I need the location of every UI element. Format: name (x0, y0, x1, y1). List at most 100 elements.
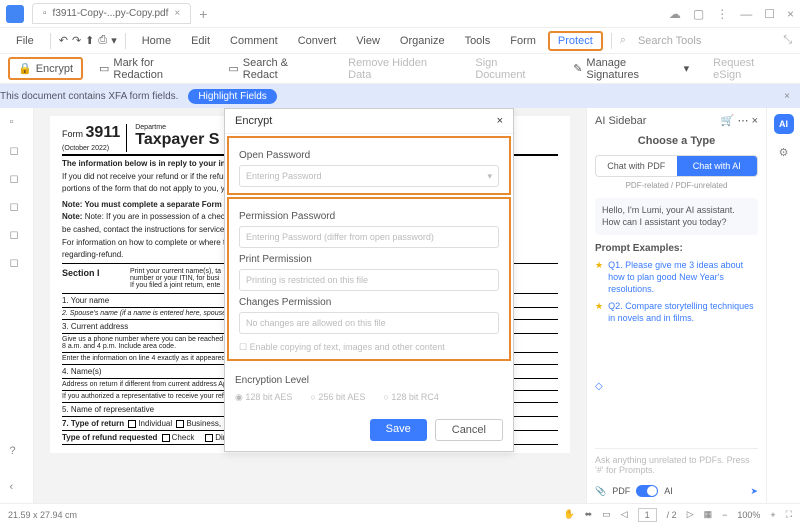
prev-page-icon[interactable]: ◁ (621, 509, 628, 520)
app-icon (6, 5, 24, 23)
menu-tools[interactable]: Tools (457, 33, 499, 49)
menu-file[interactable]: File (8, 33, 42, 49)
chat-subtitle: PDF-related / PDF-unrelated (595, 181, 758, 190)
search-redact-icon: ▭ (228, 62, 238, 75)
chat-icon[interactable]: ▢ (693, 7, 704, 21)
more-icon[interactable]: ⋮ (716, 7, 728, 21)
redact-icon: ▭ (99, 62, 109, 75)
page-total: / 2 (667, 510, 677, 520)
zoom-level[interactable]: 100% (737, 510, 760, 520)
search-panel-icon[interactable]: ◻ (10, 228, 24, 242)
search-redact-button[interactable]: ▭Search & Redact (220, 54, 332, 84)
bookmark-icon[interactable]: ◻ (10, 144, 24, 158)
help-icon[interactable]: ? (10, 445, 24, 459)
comment-panel-icon[interactable]: ◻ (10, 172, 24, 186)
highlight-fields-button[interactable]: Highlight Fields (188, 89, 276, 104)
cloud-icon[interactable]: ☁ (669, 7, 681, 21)
fit-width-icon[interactable]: ⬌ (585, 509, 593, 520)
close-xfa-icon[interactable]: × (784, 91, 790, 102)
close-window-icon[interactable]: × (787, 7, 794, 21)
close-sidebar-icon[interactable]: × (752, 115, 758, 127)
page-dimensions: 21.59 x 27.94 cm (8, 510, 77, 520)
send-icon[interactable]: ➤ (750, 486, 758, 497)
next-page-icon[interactable]: ▷ (687, 509, 694, 520)
dropdown-icon[interactable]: ▾ (111, 34, 117, 47)
page-input[interactable]: 1 (638, 508, 657, 522)
minimize-icon[interactable]: — (740, 7, 752, 21)
menu-edit[interactable]: Edit (183, 33, 218, 49)
menu-convert[interactable]: Convert (290, 33, 345, 49)
print-permission-label: Print Permission (239, 254, 499, 265)
hand-tool-icon[interactable]: ✋ (563, 509, 574, 520)
ai-greeting: Hello, I'm Lumi, your AI assistant. How … (595, 198, 758, 235)
ai-sidebar-title: AI Sidebar (595, 115, 646, 127)
cancel-button[interactable]: Cancel (435, 419, 503, 441)
chevron-down-icon: ▾ (487, 171, 492, 182)
sign-doc-button: Sign Document (467, 54, 557, 84)
checkbox-icon[interactable]: ☐ (239, 342, 247, 352)
close-tab-icon[interactable]: × (174, 8, 180, 19)
more-icon[interactable]: ⋯ (738, 115, 749, 127)
chat-with-ai-button[interactable]: Chat with AI (677, 156, 758, 176)
menu-protect[interactable]: Protect (548, 31, 603, 51)
save-button[interactable]: Save (370, 419, 427, 441)
permission-password-input[interactable]: Entering Password (differ from open pass… (239, 226, 499, 248)
print-icon[interactable]: ⎙ (98, 34, 107, 47)
mark-redaction-button[interactable]: ▭Mark for Redaction (91, 54, 212, 84)
enc-128rc4-radio[interactable]: ○ 128 bit RC4 (383, 392, 438, 403)
ai-badge-icon[interactable]: AI (774, 114, 794, 134)
zoom-in-icon[interactable]: + (770, 510, 775, 520)
expand-icon[interactable]: ⤡ (783, 34, 792, 47)
encryption-level-label: Encryption Level (235, 375, 503, 386)
close-dialog-icon[interactable]: × (497, 115, 503, 127)
manage-sig-button[interactable]: ✎Manage Signatures▾ (565, 54, 697, 84)
menu-home[interactable]: Home (134, 33, 179, 49)
document-tab[interactable]: ▫ f3911-Copy-...py-Copy.pdf × (32, 3, 191, 24)
open-password-input[interactable]: Entering Password▾ (239, 165, 499, 187)
cart-icon[interactable]: 🛒 (721, 115, 735, 127)
encrypt-button[interactable]: 🔒Encrypt (8, 57, 83, 80)
add-tab-button[interactable]: + (199, 6, 207, 22)
print-permission-select[interactable]: Printing is restricted on this file (239, 269, 499, 291)
enable-copy-label: Enable copying of text, images and other… (250, 342, 445, 352)
example-1[interactable]: ★Q1. Please give me 3 ideas about how to… (595, 260, 758, 295)
star-icon: ★ (595, 260, 603, 295)
fit-page-icon[interactable]: ▭ (602, 509, 611, 520)
attachment-icon[interactable]: ◻ (10, 200, 24, 214)
ask-input[interactable]: Ask anything unrelated to PDFs. Press '#… (595, 448, 758, 481)
menu-view[interactable]: View (348, 33, 388, 49)
collapse-icon[interactable]: ‹ (10, 481, 24, 495)
location-icon[interactable]: ◇ (595, 375, 758, 398)
example-2[interactable]: ★Q2. Compare storytelling techniques in … (595, 301, 758, 324)
menu-comment[interactable]: Comment (222, 33, 286, 49)
redo-icon[interactable]: ↷ (72, 34, 81, 47)
chat-with-pdf-button[interactable]: Chat with PDF (596, 156, 677, 176)
settings-icon[interactable]: ⚙ (779, 146, 789, 159)
changes-permission-select[interactable]: No changes are allowed on this file (239, 312, 499, 334)
tab-name: f3911-Copy-...py-Copy.pdf (53, 8, 169, 19)
enc-128aes-radio[interactable]: ◉ 128 bit AES (235, 392, 292, 403)
thumbnail-icon[interactable]: ▫ (10, 116, 24, 130)
enc-256aes-radio[interactable]: ○ 256 bit AES (310, 392, 365, 403)
attach-icon[interactable]: 📎 (595, 486, 606, 497)
signature-icon: ✎ (573, 62, 582, 75)
view-mode-icon[interactable]: ▦ (704, 509, 713, 520)
zoom-out-icon[interactable]: − (722, 510, 727, 520)
ai-toggle-label: AI (664, 486, 673, 496)
menu-form[interactable]: Form (502, 33, 544, 49)
open-password-label: Open Password (239, 150, 499, 161)
pdf-toggle-label: PDF (612, 486, 630, 496)
menu-organize[interactable]: Organize (392, 33, 453, 49)
undo-icon[interactable]: ↶ (59, 34, 68, 47)
chevron-down-icon: ▾ (684, 62, 690, 75)
search-tools[interactable]: Search Tools (630, 33, 709, 49)
upload-icon[interactable]: ⬆ (85, 34, 94, 47)
fullscreen-icon[interactable]: ⛶ (786, 509, 792, 520)
search-icon: ⌕ (620, 34, 626, 47)
pdf-toggle[interactable] (636, 485, 658, 497)
choose-type-label: Choose a Type (595, 135, 758, 147)
maximize-icon[interactable]: ☐ (764, 7, 775, 21)
prompt-examples-label: Prompt Examples: (595, 243, 758, 254)
layers-icon[interactable]: ◻ (10, 256, 24, 270)
request-esign-button: Request eSign (705, 54, 792, 84)
